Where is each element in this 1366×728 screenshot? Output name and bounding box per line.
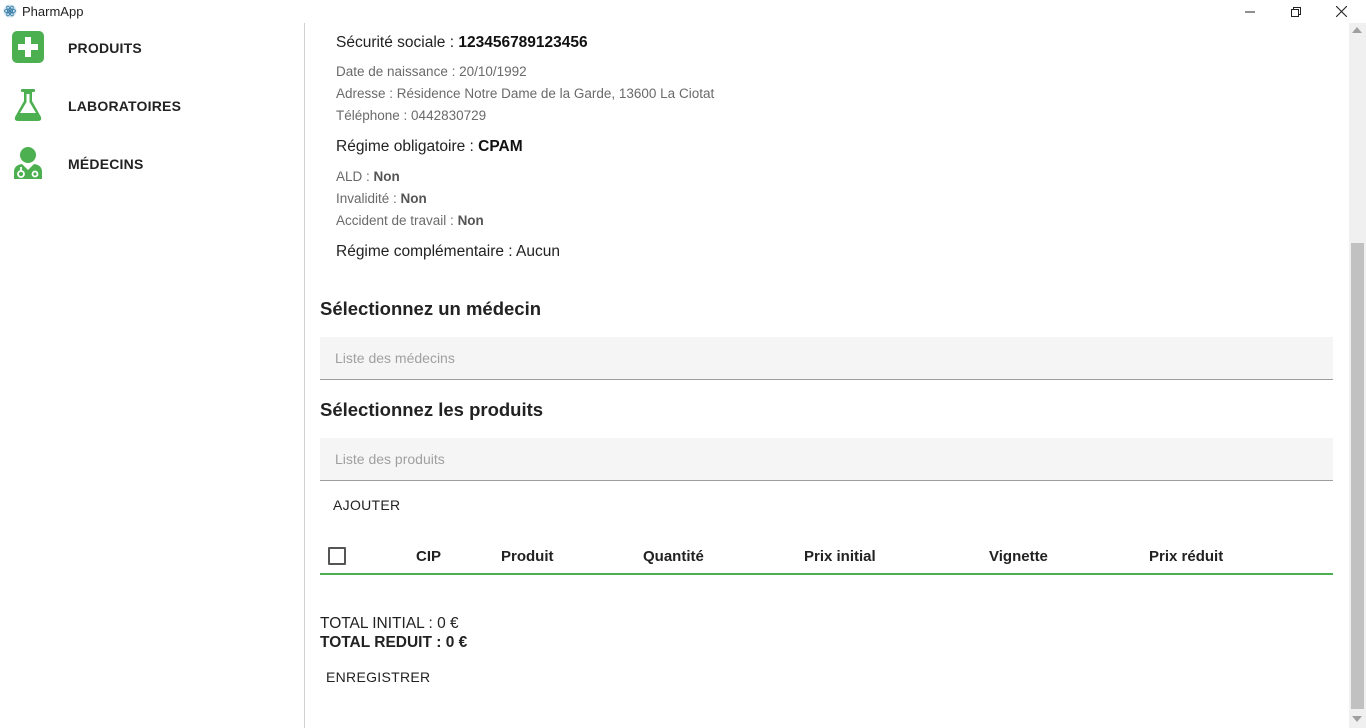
sidebar-item-label: PRODUITS: [68, 40, 142, 56]
accident-line: Accident de travail : Non: [336, 213, 484, 228]
minimize-button[interactable]: [1227, 0, 1273, 23]
birth-date: Date de naissance : 20/10/1992: [336, 64, 527, 79]
products-table-header: CIP Produit Quantité Prix initial Vignet…: [320, 536, 1333, 575]
ald-value: Non: [373, 169, 400, 184]
main-content: Sécurité sociale : 123456789123456 Date …: [305, 23, 1349, 728]
plus-icon: [12, 31, 44, 63]
address: Adresse : Résidence Notre Dame de la Gar…: [336, 86, 715, 101]
save-button[interactable]: ENREGISTRER: [326, 669, 430, 685]
column-header-vignette[interactable]: Vignette: [989, 548, 1048, 565]
scrollbar-thumb[interactable]: [1351, 243, 1364, 709]
ald-label: ALD :: [336, 169, 374, 184]
secu-line: Sécurité sociale : 123456789123456: [336, 34, 588, 52]
accident-value: Non: [457, 213, 484, 228]
medecin-section-title: Sélectionnez un médecin: [320, 298, 542, 319]
doctor-icon: [14, 147, 42, 179]
ald-line: ALD : Non: [336, 169, 400, 184]
accident-label: Accident de travail :: [336, 213, 458, 228]
secu-value: 123456789123456: [458, 34, 588, 51]
sidebar-item-produits[interactable]: PRODUITS: [0, 23, 304, 81]
column-header-prix-reduit[interactable]: Prix réduit: [1149, 548, 1223, 565]
invalidite-label: Invalidité :: [336, 191, 401, 206]
medecin-select[interactable]: Liste des médecins: [320, 337, 1333, 380]
total-initial: TOTAL INITIAL : 0 €: [320, 615, 459, 632]
select-all-checkbox[interactable]: [328, 547, 346, 565]
minimize-icon: [1245, 11, 1255, 12]
invalidite-line: Invalidité : Non: [336, 191, 427, 206]
flask-icon: [14, 89, 42, 121]
secu-label: Sécurité sociale :: [336, 34, 459, 51]
scroll-up-arrow-icon[interactable]: [1352, 27, 1362, 33]
sidebar-item-laboratoires[interactable]: LABORATOIRES: [0, 81, 304, 139]
close-icon: [1335, 6, 1347, 17]
regime-label: Régime obligatoire :: [336, 138, 479, 155]
column-header-quantite[interactable]: Quantité: [643, 548, 704, 565]
sidebar-item-label: LABORATOIRES: [68, 98, 182, 114]
produits-select-placeholder: Liste des produits: [335, 451, 445, 467]
restore-icon: [1291, 6, 1301, 17]
total-reduit: TOTAL REDUIT : 0 €: [320, 634, 468, 651]
window-title: PharmApp: [22, 4, 84, 19]
close-button[interactable]: [1318, 0, 1364, 23]
column-header-prix-initial[interactable]: Prix initial: [804, 548, 876, 565]
regime-value: CPAM: [478, 138, 523, 155]
column-header-cip[interactable]: CIP: [416, 548, 441, 565]
regime-complementaire: Régime complémentaire : Aucun: [336, 243, 561, 260]
atom-icon: [3, 4, 17, 18]
title-bar: PharmApp: [0, 0, 1366, 23]
produits-select[interactable]: Liste des produits: [320, 438, 1333, 481]
sidebar-item-medecins[interactable]: MÉDECINS: [0, 139, 304, 197]
medecin-select-placeholder: Liste des médecins: [335, 350, 455, 366]
produits-section-title: Sélectionnez les produits: [320, 399, 544, 420]
add-button[interactable]: AJOUTER: [333, 497, 400, 513]
column-header-produit[interactable]: Produit: [501, 548, 554, 565]
restore-button[interactable]: [1273, 0, 1319, 23]
phone: Téléphone : 0442830729: [336, 108, 487, 123]
regime-obligatoire: Régime obligatoire : CPAM: [336, 138, 523, 156]
scroll-down-arrow-icon[interactable]: [1352, 716, 1362, 722]
sidebar: PRODUITS LABORATOIRES MÉDECINS: [0, 23, 304, 728]
sidebar-item-label: MÉDECINS: [68, 156, 144, 172]
invalidite-value: Non: [400, 191, 427, 206]
